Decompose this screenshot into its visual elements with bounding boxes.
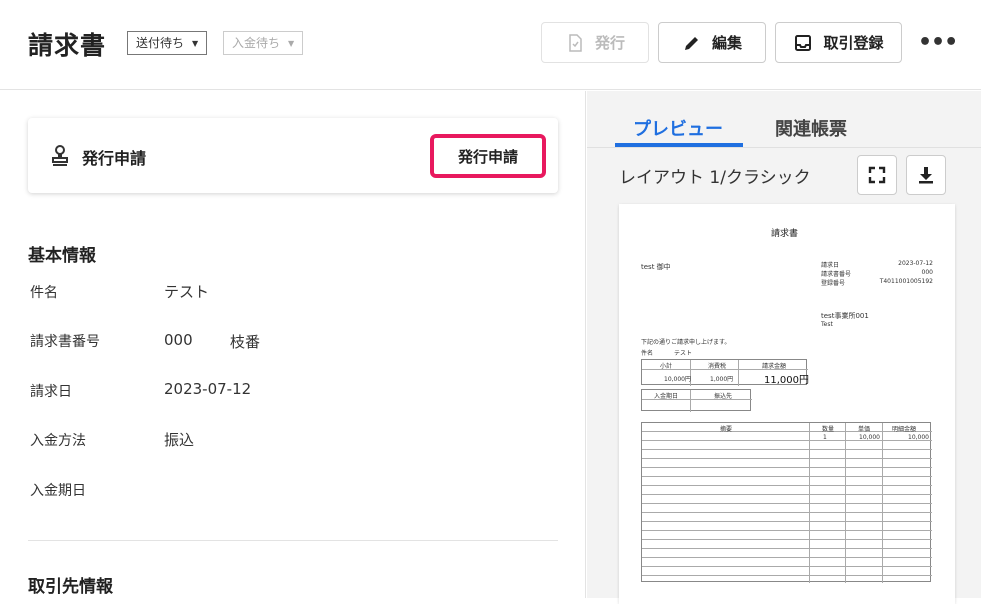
document-check-icon	[569, 33, 582, 52]
doc-summary-table: 小計 消費税 請求金額 10,000円 1,000円 11,000円	[641, 359, 809, 386]
invoice-date-value: 2023-07-12	[164, 380, 252, 398]
doc-items-row-line	[642, 503, 932, 504]
doc-title: 請求書	[771, 229, 799, 239]
invoice-date-label: 請求日	[30, 384, 72, 400]
fullscreen-icon	[868, 166, 886, 184]
doc-items-header: 数量	[822, 426, 835, 433]
preview-tabs: プレビュー 関連帳票	[587, 91, 981, 148]
doc-items-row-line	[642, 512, 932, 513]
doc-issuer: test事業所001	[821, 312, 869, 320]
page-title: 請求書	[28, 31, 107, 60]
tab-divider	[587, 147, 981, 148]
payment-method-label: 入金方法	[30, 433, 86, 449]
doc-summary-value: 10,000円	[664, 376, 691, 383]
inbox-icon	[795, 34, 812, 51]
doc-meta-value: T4011001005192	[879, 278, 933, 285]
download-icon	[919, 167, 933, 184]
tab-preview[interactable]: プレビュー	[633, 115, 723, 141]
pencil-icon	[684, 36, 698, 50]
doc-items-row-line	[642, 566, 932, 567]
preview-panel: プレビュー 関連帳票 レイアウト 1/クラシック 請求書 test 御中 請求日…	[587, 91, 981, 604]
section-divider	[28, 540, 558, 541]
doc-items-row-line	[642, 431, 932, 432]
issue-button-label: 発行	[594, 34, 625, 52]
doc-meta-value: 2023-07-12	[898, 260, 933, 267]
doc-summary-total: 11,000円	[764, 375, 809, 386]
issue-request-button[interactable]: 発行申請	[430, 134, 546, 178]
doc-due-header: 入金期日	[654, 393, 679, 400]
doc-meta-label: 請求書番号	[821, 271, 852, 278]
layout-label: レイアウト 1/クラシック	[619, 168, 811, 188]
branch-number-label: 枝番	[230, 333, 261, 351]
doc-items-header: 摘要	[720, 426, 733, 433]
doc-items-row-line	[642, 575, 932, 576]
issue-button[interactable]: 発行	[541, 22, 649, 63]
doc-recipient: test 御中	[641, 263, 671, 271]
doc-issuer-sub: Test	[821, 321, 833, 328]
doc-subject-label: 件名	[641, 350, 654, 357]
doc-intro: 下記の通りご請求申し上げます。	[641, 339, 731, 346]
chevron-down-icon: ▼	[288, 38, 295, 48]
doc-items-row-line	[642, 521, 932, 522]
sent-status-select[interactable]: 送付待ち ▼	[127, 31, 208, 55]
doc-items-row-line	[642, 539, 932, 540]
doc-items-header: 単価	[858, 426, 871, 433]
client-info-heading: 取引先情報	[28, 577, 113, 597]
payment-status-select[interactable]: 入金待ち ▼	[223, 31, 304, 55]
doc-items-row-line	[642, 557, 932, 558]
download-button[interactable]	[906, 155, 946, 195]
doc-items-row-line	[642, 494, 932, 495]
doc-item-amount: 10,000	[908, 434, 929, 441]
doc-due-table: 入金期日 振込先	[641, 389, 752, 412]
doc-items-row-line	[642, 458, 932, 459]
subject-label: 件名	[30, 285, 58, 301]
doc-items-row-line	[642, 449, 932, 450]
invoice-number-value: 000	[164, 331, 193, 349]
doc-items-row-line	[642, 476, 932, 477]
doc-item-qty: 1	[823, 434, 827, 441]
doc-summary-header: 消費税	[708, 363, 727, 370]
doc-meta-value: 000	[921, 269, 933, 276]
register-transaction-button[interactable]: 取引登録	[775, 22, 902, 63]
tab-related-documents[interactable]: 関連帳票	[775, 115, 847, 141]
doc-items-row-line	[642, 530, 932, 531]
doc-items-row-line	[642, 467, 932, 468]
doc-summary-value: 1,000円	[710, 376, 734, 383]
edit-button[interactable]: 編集	[658, 22, 766, 63]
invoice-number-label: 請求書番号	[30, 334, 100, 350]
issue-request-title: 発行申請	[82, 149, 147, 168]
page-header: 請求書 送付待ち ▼ 入金待ち ▼ 発行 編集 取引登録 •••	[0, 0, 981, 90]
register-transaction-label: 取引登録	[823, 34, 884, 52]
doc-items-row-line	[642, 440, 932, 441]
doc-items-header: 明細金額	[892, 426, 917, 433]
doc-items-table: 摘要 数量 単価 明細金額 1 10,000 10,000	[641, 422, 932, 583]
chevron-down-icon: ▼	[192, 38, 199, 48]
subject-value: テスト	[164, 283, 210, 301]
doc-items-row-line	[642, 548, 932, 549]
doc-meta-label: 登録番号	[821, 280, 846, 287]
doc-summary-header: 小計	[660, 363, 673, 370]
details-panel: 発行申請 発行申請 基本情報 件名 テスト 請求書番号 000 枝番 請求日 2…	[0, 91, 586, 598]
doc-summary-header: 請求金額	[762, 363, 787, 370]
payment-due-label: 入金期日	[30, 483, 86, 499]
stamp-icon	[52, 145, 68, 166]
payment-status-label: 入金待ち	[232, 36, 281, 50]
doc-items-row-line	[642, 485, 932, 486]
doc-due-header: 振込先	[714, 393, 733, 400]
doc-meta-label: 請求日	[821, 262, 840, 269]
fullscreen-button[interactable]	[857, 155, 897, 195]
edit-button-label: 編集	[711, 34, 742, 52]
basic-info-heading: 基本情報	[28, 246, 96, 266]
doc-item-unit-price: 10,000	[859, 434, 880, 441]
invoice-preview-document: 請求書 test 御中 請求日 請求書番号 登録番号 2023-07-12 00…	[619, 204, 955, 604]
more-options-icon[interactable]: •••	[918, 30, 958, 55]
payment-method-value: 振込	[164, 431, 195, 449]
sent-status-label: 送付待ち	[136, 36, 185, 50]
issue-request-card: 発行申請 発行申請	[28, 118, 558, 193]
doc-subject-value: テスト	[674, 350, 693, 357]
